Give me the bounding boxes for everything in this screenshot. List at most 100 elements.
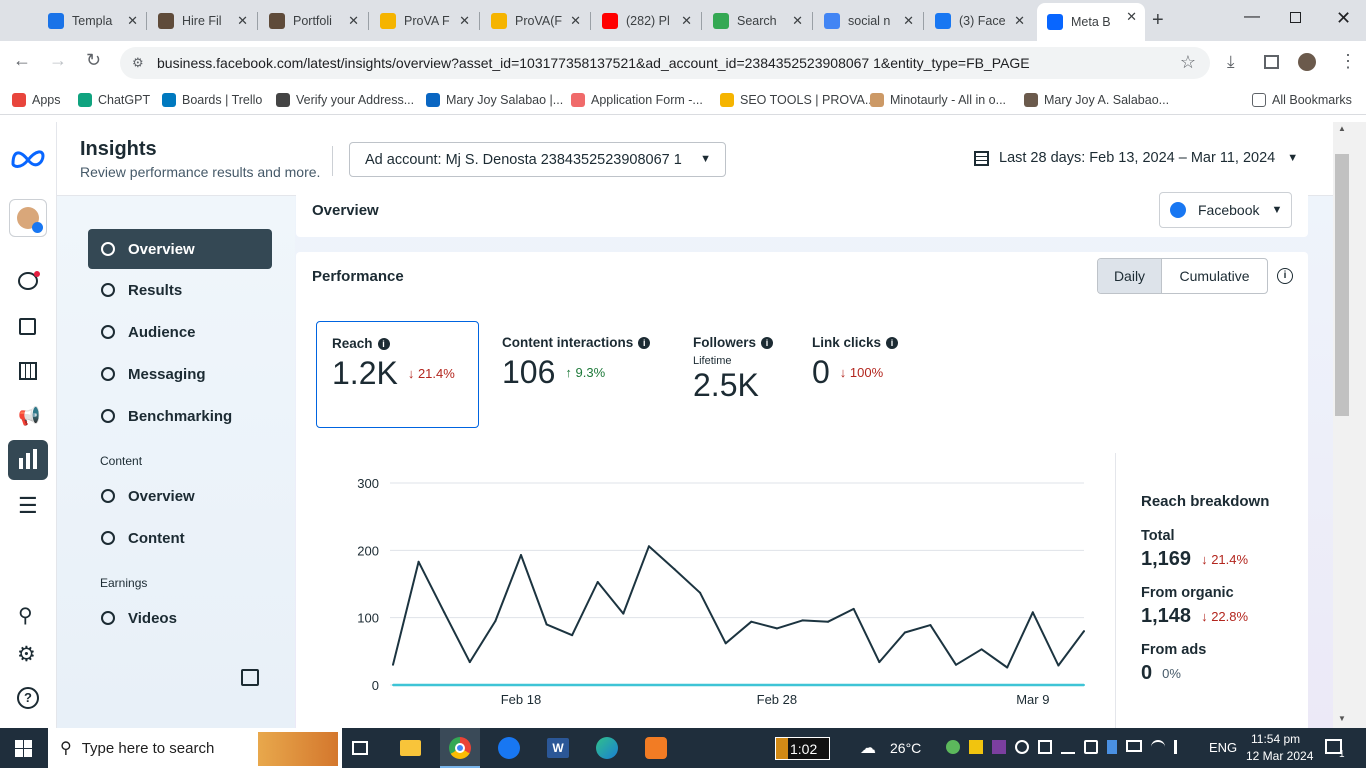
site-info-icon[interactable]: ⚙ (132, 55, 144, 71)
browser-tab[interactable]: Search ✕ (703, 7, 811, 35)
minimize-icon[interactable]: — (1244, 8, 1260, 26)
tab-close-icon[interactable]: ✕ (237, 13, 248, 29)
windows-start-icon[interactable] (15, 740, 32, 757)
meta-logo-icon[interactable] (10, 148, 46, 168)
weather-icon[interactable]: ☁ (860, 738, 876, 758)
back-icon[interactable]: ← (13, 50, 31, 71)
daily-button[interactable]: Daily (1098, 259, 1162, 293)
browser-tab[interactable]: (282) Pl ✕ (592, 7, 700, 35)
browser-tab[interactable]: social n ✕ (814, 7, 922, 35)
metric-content-interactions[interactable]: Content interactions i 106 ↑ 9.3% (502, 335, 651, 391)
clock-date[interactable]: 12 Mar 2024 (1246, 749, 1313, 763)
browser-tab[interactable]: Templa ✕ (38, 7, 146, 35)
metric-link-clicks[interactable]: Link clicks i 0 ↓ 100% (812, 335, 899, 391)
word-taskbar-icon[interactable]: W (547, 738, 569, 758)
insights-icon[interactable] (8, 440, 48, 480)
sidebar-content-overview[interactable]: Overview (88, 476, 272, 516)
new-tab-icon[interactable]: + (1152, 9, 1164, 32)
help-icon[interactable]: ? (17, 687, 39, 709)
browser-tab[interactable]: (3) Face ✕ (925, 7, 1033, 35)
sidebar-item-messaging[interactable]: Messaging (88, 354, 272, 394)
timer-widget[interactable]: 1:02 (775, 737, 830, 760)
scrollbar[interactable]: ▲ ▼ (1333, 122, 1366, 728)
tab-close-icon[interactable]: ✕ (1126, 9, 1137, 25)
cumulative-button[interactable]: Cumulative (1162, 259, 1267, 293)
platform-dropdown[interactable]: Facebook ▼ (1159, 192, 1292, 228)
url-input[interactable]: ⚙ business.facebook.com/latest/insights/… (120, 47, 1210, 79)
chrome-taskbar-icon[interactable] (440, 728, 480, 768)
bookmark-item[interactable]: ChatGPT (78, 93, 150, 107)
bookmark-item[interactable]: Verify your Address... (276, 93, 414, 107)
metric-reach[interactable]: Reach i 1.2K ↓ 21.4% (316, 321, 479, 428)
collapse-sidebar-icon[interactable] (241, 669, 259, 686)
tab-close-icon[interactable]: ✕ (348, 13, 359, 29)
forward-icon[interactable]: → (49, 50, 67, 71)
metric-followers[interactable]: Followers i Lifetime 2.5K (693, 335, 774, 404)
side-panel-icon[interactable] (1264, 55, 1279, 69)
app-taskbar-icon[interactable] (645, 737, 667, 759)
info-icon[interactable]: i (761, 336, 774, 349)
bookmark-item[interactable]: Apps (12, 93, 61, 107)
sidebar-item-benchmarking[interactable]: Benchmarking (88, 396, 272, 436)
weather-temp[interactable]: 26°C (890, 740, 921, 756)
tab-close-icon[interactable]: ✕ (903, 13, 914, 29)
info-circle-icon[interactable]: i (1277, 268, 1293, 284)
megaphone-icon[interactable]: 📢 (18, 406, 40, 427)
bookmark-item[interactable]: Mary Joy A. Salabao... (1024, 93, 1169, 107)
dollar-icon (101, 611, 115, 625)
date-range-picker[interactable]: Last 28 days: Feb 13, 2024 – Mar 11, 202… (974, 150, 1298, 166)
file-explorer-icon[interactable] (400, 740, 421, 756)
reload-icon[interactable]: ↻ (86, 50, 101, 71)
tab-close-icon[interactable]: ✕ (459, 13, 470, 29)
all-bookmarks[interactable]: All Bookmarks (1252, 93, 1352, 107)
browser-tab[interactable]: Hire Fil ✕ (148, 7, 256, 35)
bookmark-star-icon[interactable]: ☆ (1180, 52, 1196, 73)
tab-close-icon[interactable]: ✕ (1014, 13, 1025, 29)
tab-close-icon[interactable]: ✕ (570, 13, 581, 29)
task-view-icon[interactable] (352, 741, 368, 755)
system-tray-icons[interactable] (946, 740, 1188, 754)
settings-icon[interactable]: ⚙ (17, 642, 36, 667)
clock-time[interactable]: 11:54 pm (1251, 732, 1300, 746)
ad-account-dropdown[interactable]: Ad account: Mj S. Denosta 23843525239080… (349, 142, 726, 177)
tab-title: Templa (72, 14, 113, 28)
tab-close-icon[interactable]: ✕ (792, 13, 803, 29)
language-indicator[interactable]: ENG (1209, 740, 1237, 755)
browser-tab[interactable]: ProVA(F ✕ (481, 7, 589, 35)
calendar-grid-icon[interactable] (19, 362, 37, 380)
search-icon[interactable]: ⚲ (18, 603, 33, 628)
sidebar-item-overview[interactable]: Overview (88, 229, 272, 269)
sidebar-earnings-videos[interactable]: Videos (88, 598, 272, 638)
restore-icon[interactable] (1290, 12, 1301, 23)
tab-close-icon[interactable]: ✕ (681, 13, 692, 29)
facebook-taskbar-icon[interactable] (498, 737, 520, 759)
menu-kebab-icon[interactable]: ⋮ (1339, 51, 1357, 72)
tab-close-icon[interactable]: ✕ (127, 13, 138, 29)
profile-avatar[interactable] (1298, 53, 1316, 71)
edge-taskbar-icon[interactable] (596, 737, 618, 759)
sidebar-item-audience[interactable]: Audience (88, 312, 272, 352)
browser-tab[interactable]: Portfoli ✕ (259, 7, 367, 35)
bookmark-item[interactable]: Mary Joy Salabao |... (426, 93, 563, 107)
browser-tab[interactable]: Meta B ✕ (1037, 3, 1145, 41)
close-window-icon[interactable]: ✕ (1336, 8, 1351, 29)
bookmark-item[interactable]: SEO TOOLS | PROVA... (720, 93, 875, 107)
download-icon[interactable]: ⤓ (1227, 52, 1235, 72)
y-tick-label: 100 (357, 611, 379, 626)
breakdown-value: 1,169 (1141, 548, 1192, 570)
menu-icon[interactable]: ☰ (18, 493, 38, 519)
sidebar-content-content[interactable]: Content (88, 518, 272, 558)
bookmark-item[interactable]: Application Form -... (571, 93, 703, 107)
windows-taskbar: ⚲ Type here to search W 1:02 ☁ 26°C ENG … (0, 728, 1366, 768)
bookmark-item[interactable]: Minotaurly - All in o... (870, 93, 1006, 107)
info-icon[interactable]: i (886, 336, 899, 349)
info-icon[interactable]: i (377, 337, 390, 350)
taskbar-search[interactable]: ⚲ Type here to search (48, 728, 342, 768)
metric-label: Followers i (693, 335, 774, 350)
posts-icon[interactable] (19, 318, 36, 335)
page-avatar[interactable] (9, 199, 47, 237)
bookmark-item[interactable]: Boards | Trello (162, 93, 262, 107)
info-icon[interactable]: i (638, 336, 651, 349)
browser-tab[interactable]: ProVA F ✕ (370, 7, 478, 35)
sidebar-item-results[interactable]: Results (88, 270, 272, 310)
